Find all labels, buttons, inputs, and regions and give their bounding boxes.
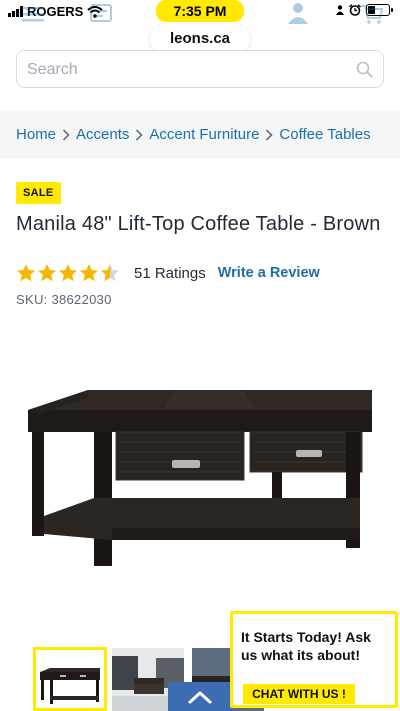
sale-badge: SALE (16, 182, 61, 204)
chevron-up-icon (188, 691, 212, 704)
thumbnail-1[interactable] (33, 647, 107, 711)
menu-icon[interactable] (22, 6, 44, 22)
status-time: 7:35 PM (156, 0, 244, 22)
star-icon (101, 264, 119, 282)
chevron-right-icon (266, 128, 273, 141)
product-title: Manila 48" Lift-Top Coffee Table - Brown (16, 213, 381, 235)
breadcrumb-coffee-tables[interactable]: Coffee Tables (279, 126, 370, 143)
account-icon[interactable] (287, 2, 309, 24)
product-image[interactable] (24, 388, 376, 566)
search-input[interactable] (27, 59, 327, 81)
breadcrumb-bar: Home Accents Accent Furniture Coffee Tab… (0, 111, 400, 159)
write-review-link[interactable]: Write a Review (218, 265, 320, 281)
chevron-right-icon (62, 128, 70, 141)
scroll-to-top-button[interactable] (168, 682, 232, 711)
chat-with-us-button[interactable]: CHAT WITH US ! (243, 684, 355, 704)
person-icon (336, 5, 344, 15)
chat-popup[interactable]: It Starts Today! Ask us what its about! … (230, 611, 398, 708)
search-icon[interactable] (356, 61, 373, 78)
breadcrumb-accent-furniture[interactable]: Accent Furniture (149, 126, 259, 143)
breadcrumb-home[interactable]: Home (16, 126, 56, 143)
ratings-count[interactable]: 51 Ratings (134, 265, 206, 282)
cart-icon[interactable] (360, 4, 384, 24)
chevron-right-icon (136, 128, 143, 141)
signal-icon (8, 6, 23, 17)
breadcrumb-accents[interactable]: Accents (76, 126, 129, 143)
rating-row: 51 Ratings Write a Review (16, 263, 320, 283)
breadcrumb: Home Accents Accent Furniture Coffee Tab… (16, 126, 371, 143)
status-bar: ROGERS 7:35 PM (0, 0, 400, 26)
star-rating[interactable] (16, 263, 120, 283)
store-icon[interactable] (90, 4, 112, 22)
star-icon (17, 264, 35, 282)
sku-text: SKU: 38622030 (16, 292, 112, 307)
star-icon (80, 264, 98, 282)
search-box[interactable] (16, 50, 384, 88)
star-icon (59, 264, 77, 282)
chat-message: It Starts Today! Ask us what its about! (241, 629, 371, 663)
star-icon (38, 264, 56, 282)
